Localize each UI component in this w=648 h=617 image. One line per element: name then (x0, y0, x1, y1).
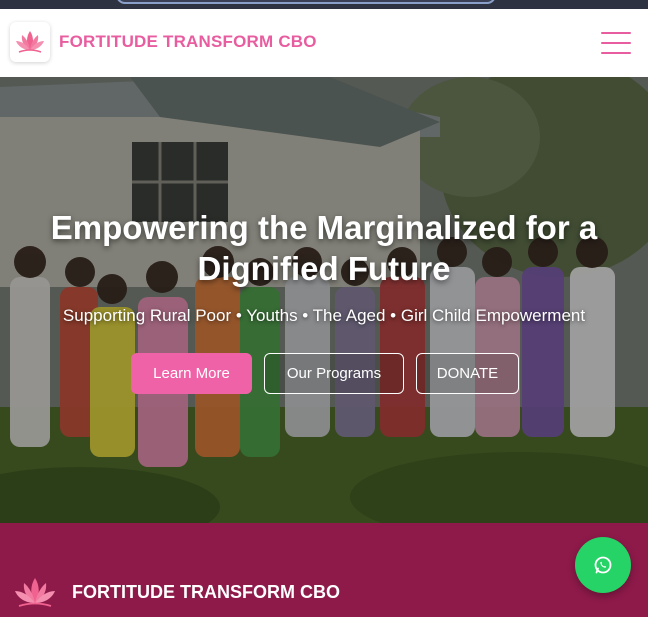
browser-top-strip (0, 0, 648, 9)
lotus-icon (10, 22, 50, 62)
hero-content: Empowering the Marginalized for a Dignif… (0, 77, 648, 523)
footer-brand-name: FORTITUDE TRANSFORM CBO (72, 581, 340, 602)
whatsapp-button[interactable] (575, 537, 631, 593)
hamburger-menu-icon[interactable] (601, 32, 631, 54)
footer-brand[interactable]: FORTITUDE TRANSFORM CBO (12, 576, 340, 608)
donate-button[interactable]: DONATE (416, 353, 519, 394)
hero-title: Empowering the Marginalized for a Dignif… (50, 209, 598, 287)
lotus-icon (15, 578, 55, 607)
brand[interactable]: FORTITUDE TRANSFORM CBO (10, 22, 317, 62)
learn-more-button[interactable]: Learn More (131, 353, 252, 394)
our-programs-button[interactable]: Our Programs (264, 353, 404, 394)
hero-section: Empowering the Marginalized for a Dignif… (0, 77, 648, 523)
address-bar[interactable] (116, 0, 496, 4)
whatsapp-icon (594, 556, 612, 574)
brand-name: FORTITUDE TRANSFORM CBO (59, 32, 317, 51)
footer: FORTITUDE TRANSFORM CBO (0, 523, 648, 617)
hero-subtitle: Supporting Rural Poor • Youths • The Age… (62, 306, 586, 325)
navbar: FORTITUDE TRANSFORM CBO (0, 9, 648, 77)
